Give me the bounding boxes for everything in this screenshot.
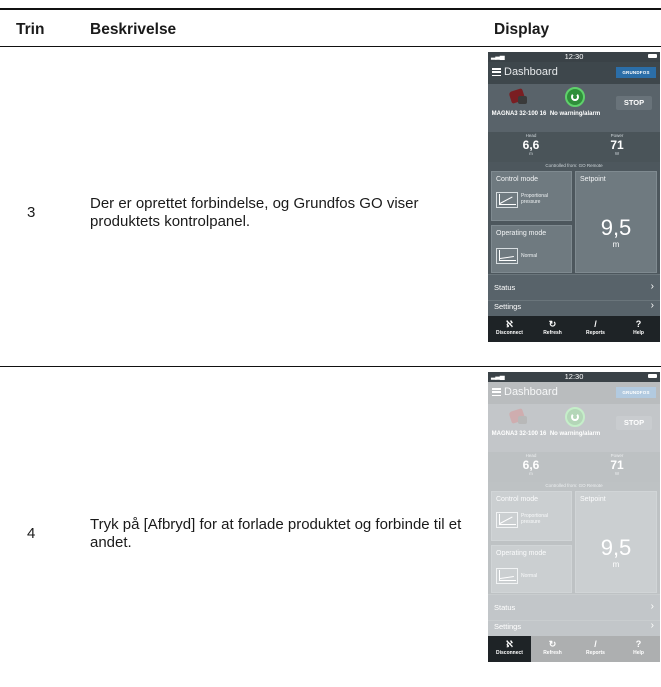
phone-screenshot-dashboard: ▂▃▄ 12:30 Dashboard GRUNDFOS MAGNA3 32-1… (488, 52, 660, 342)
battery-icon (648, 374, 657, 378)
power-value: 71 (610, 138, 624, 152)
setpoint-unit: m (612, 240, 620, 249)
dim-overlay (488, 382, 660, 636)
control-mode-label: Control mode (496, 176, 539, 183)
menu-icon[interactable] (492, 68, 501, 77)
dim-overlay (531, 636, 660, 662)
clock: 12:30 (564, 372, 584, 381)
disconnect-label: Disconnect (496, 330, 523, 336)
status-ok-icon (565, 87, 585, 107)
status-row[interactable]: Status › (488, 274, 660, 300)
chevron-right-icon: › (650, 300, 654, 311)
clock: 12:30 (564, 52, 584, 61)
settings-row[interactable]: Settings › (488, 300, 660, 316)
refresh-button[interactable]: ↻ Refresh (531, 316, 574, 342)
head-measurement: Head 6,6 m (488, 132, 574, 157)
product-name: MAGNA3 32-100 16 (491, 111, 547, 117)
reports-label: Reports (586, 330, 605, 336)
help-label: Help (633, 330, 644, 336)
setpoint-label: Setpoint (580, 176, 606, 183)
power-measurement: Power 71 W (574, 132, 660, 157)
help-icon: ? (635, 319, 642, 329)
operating-mode-label: Operating mode (496, 230, 547, 237)
step-description: Der er oprettet forbindelse, og Grundfos… (90, 195, 419, 230)
head-value: 6,6 (522, 138, 540, 152)
header-description: Beskrivelse (90, 21, 177, 38)
disconnect-button[interactable]: ℵ Disconnect (488, 636, 531, 662)
pump-icon (506, 88, 530, 106)
disconnect-icon: ℵ (506, 639, 513, 649)
step-description: Tryk på [Afbryd] for at forlade produkte… (90, 516, 462, 551)
controlled-from: Controlled from: GO Remote (545, 163, 603, 168)
battery-icon (648, 54, 657, 58)
product-panel: MAGNA3 32-100 16 No warning/alarm STOP (488, 84, 660, 132)
step-number: 3 (27, 204, 36, 221)
proportional-pressure-icon (496, 192, 518, 208)
normal-mode-icon (496, 248, 518, 264)
status-label: Status (494, 283, 516, 292)
stop-button[interactable]: STOP (616, 96, 652, 110)
help-button[interactable]: ? Help (617, 316, 660, 342)
reports-icon: / (594, 319, 597, 329)
reports-button[interactable]: / Reports (574, 316, 617, 342)
power-unit: W (614, 151, 620, 156)
refresh-icon: ↻ (548, 319, 557, 329)
row-divider (0, 366, 661, 367)
head-unit: m (529, 151, 533, 156)
chevron-right-icon: › (650, 281, 654, 292)
control-mode-tile[interactable]: Control mode Proportional pressure (491, 171, 572, 221)
measurements: Head 6,6 m Power 71 W (488, 132, 660, 162)
step-number: 4 (27, 525, 36, 542)
control-mode-value: Proportional pressure (521, 193, 548, 205)
page-title: Dashboard (504, 66, 558, 78)
setpoint-tile[interactable]: Setpoint 9,5 m (575, 171, 657, 273)
header-display: Display (494, 21, 550, 38)
status-bar: ▂▃▄ 12:30 (488, 52, 660, 62)
table-top-rule (0, 8, 661, 10)
operating-mode-tile[interactable]: Operating mode Normal (491, 225, 572, 273)
settings-label: Settings (494, 302, 522, 311)
app-header: Dashboard GRUNDFOS (488, 62, 660, 84)
phone-screenshot-disconnect: ▂▃▄ 12:30 Dashboard GRUNDFOS MAGNA3 32-1… (488, 372, 660, 662)
disconnect-label: Disconnect (496, 650, 523, 656)
disconnect-icon: ℵ (506, 319, 513, 329)
header-rule (0, 46, 661, 47)
disconnect-button[interactable]: ℵ Disconnect (488, 316, 531, 342)
header-step: Trin (16, 21, 45, 38)
grundfos-logo: GRUNDFOS (616, 67, 656, 78)
setpoint-value: 9,5 (600, 215, 632, 240)
refresh-label: Refresh (543, 330, 562, 336)
warning-status: No warning/alarm (549, 111, 601, 117)
status-bar: ▂▃▄ 12:30 (488, 372, 660, 382)
operating-mode-value: Normal (521, 253, 538, 259)
bottom-nav: ℵ Disconnect ↻ Refresh / Reports ? Help (488, 316, 660, 342)
